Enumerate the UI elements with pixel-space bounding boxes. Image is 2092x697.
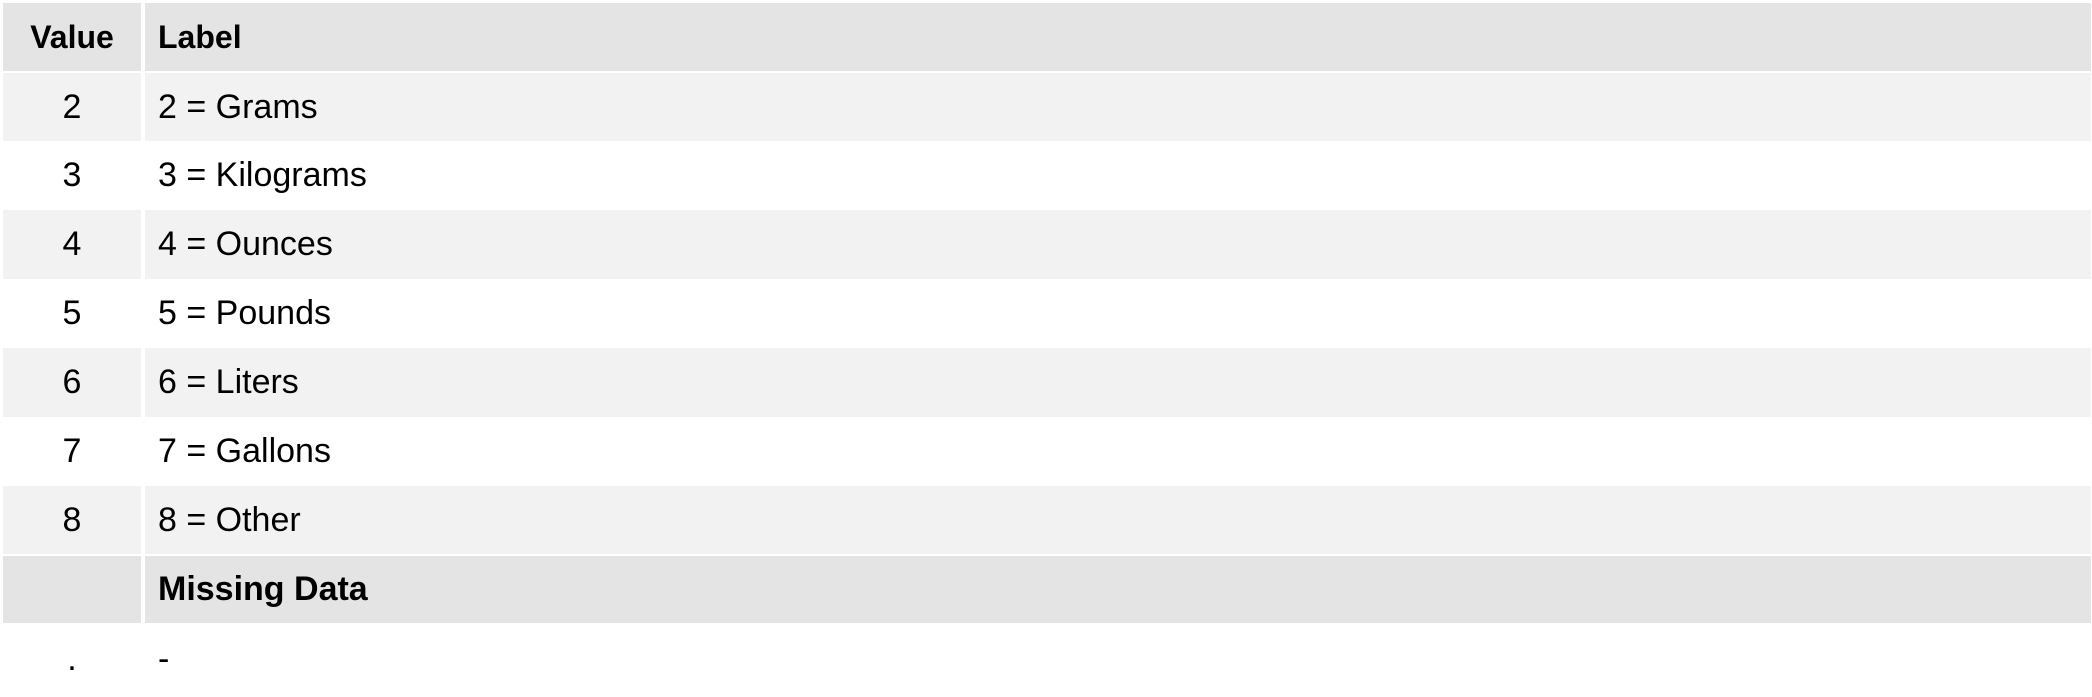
table-header-row: Value Label (3, 3, 2091, 73)
value-cell: 6 (3, 348, 145, 417)
missing-data-section-header: Missing Data (3, 554, 2091, 625)
label-cell: 6 = Liters (143, 348, 2091, 417)
label-column-header: Label (143, 3, 2091, 73)
value-cell: . (3, 624, 145, 693)
label-cell: 5 = Pounds (143, 279, 2091, 348)
table-row: 7 7 = Gallons (3, 417, 2091, 486)
section-empty-cell (3, 554, 145, 625)
table-row: 3 3 = Kilograms (3, 141, 2091, 210)
label-cell: 2 = Grams (143, 72, 2091, 141)
label-cell: 8 = Other (143, 486, 2091, 555)
label-cell: - (143, 624, 2091, 693)
table-row: 2 2 = Grams (3, 72, 2091, 141)
value-column-header: Value (3, 3, 145, 73)
value-cell: 7 (3, 417, 145, 486)
label-cell: 4 = Ounces (143, 210, 2091, 279)
value-cell: 2 (3, 72, 145, 141)
table-row: . - (3, 624, 2091, 693)
section-title: Missing Data (143, 554, 2091, 625)
table-row: 8 8 = Other (3, 486, 2091, 555)
label-cell: 3 = Kilograms (143, 141, 2091, 210)
value-cell: 5 (3, 279, 145, 348)
label-cell: 7 = Gallons (143, 417, 2091, 486)
table-row: 6 6 = Liters (3, 348, 2091, 417)
table-row: 4 4 = Ounces (3, 210, 2091, 279)
value-cell: 8 (3, 486, 145, 555)
value-cell: 4 (3, 210, 145, 279)
table-row: 5 5 = Pounds (3, 279, 2091, 348)
value-cell: 3 (3, 141, 145, 210)
value-label-table: Value Label 2 2 = Grams 3 3 = Kilograms … (3, 3, 2091, 693)
